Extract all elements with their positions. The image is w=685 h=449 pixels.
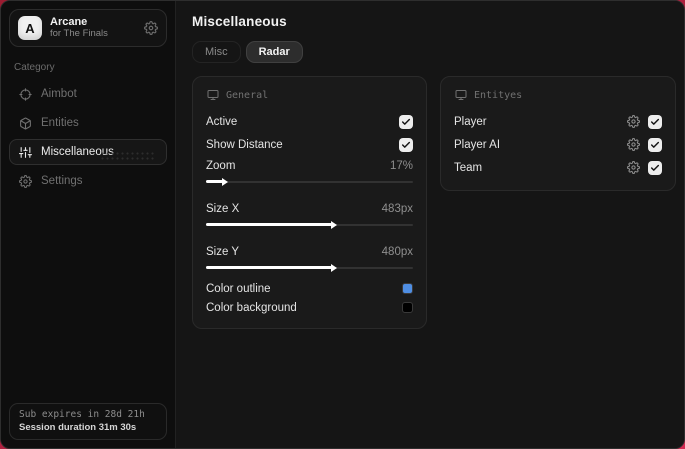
monitor-icon xyxy=(455,89,467,101)
panels-row: General Active Show Distance Zoom 17% Si… xyxy=(192,76,676,329)
brand-card: A Arcane for The Finals xyxy=(9,9,167,47)
crosshair-icon xyxy=(19,87,32,101)
header-gear-icon[interactable] xyxy=(144,21,158,35)
color-background-swatch[interactable] xyxy=(402,302,413,313)
monitor-icon xyxy=(207,89,219,101)
main-content: Miscellaneous Misc Radar General Active xyxy=(176,1,684,448)
entity-row-team: Team xyxy=(454,156,662,179)
size-y-slider[interactable] xyxy=(206,263,413,272)
team-settings-gear-icon[interactable] xyxy=(627,161,640,174)
subscription-expiry: Sub expires in 28d 21h xyxy=(19,409,145,420)
brand-text: Arcane for The Finals xyxy=(50,16,136,40)
subscription-card: Sub expires in 28d 21h Session duration … xyxy=(9,403,167,440)
tab-misc[interactable]: Misc xyxy=(192,41,241,63)
setting-row-show-distance: Show Distance xyxy=(206,133,413,156)
sidebar-item-label: Entities xyxy=(41,117,79,129)
sidebar-item-label: Miscellaneous xyxy=(41,146,114,158)
page-title: Miscellaneous xyxy=(192,14,287,29)
sidebar-item-miscellaneous[interactable]: Miscellaneous xyxy=(9,139,167,165)
setting-row-zoom: Zoom 17% xyxy=(206,156,413,186)
app-window: A Arcane for The Finals Category Aimbot xyxy=(0,0,685,449)
player-settings-gear-icon[interactable] xyxy=(627,115,640,128)
show-distance-checkbox[interactable] xyxy=(399,137,413,152)
team-checkbox[interactable] xyxy=(648,160,662,175)
sidebar-item-aimbot[interactable]: Aimbot xyxy=(9,81,167,107)
box-icon xyxy=(19,117,32,130)
sidebar: A Arcane for The Finals Category Aimbot xyxy=(1,1,176,448)
general-panel-header: General xyxy=(207,89,413,101)
size-y-value: 480px xyxy=(381,246,413,258)
entity-row-player: Player xyxy=(454,110,662,133)
zoom-slider[interactable] xyxy=(206,177,413,186)
setting-row-size-y: Size Y 480px xyxy=(206,242,413,272)
session-duration: Session duration 31m 30s xyxy=(19,422,137,433)
tab-bar: Misc Radar xyxy=(192,41,676,63)
size-x-slider-fill xyxy=(206,220,338,229)
category-label: Category xyxy=(14,62,55,73)
color-outline-swatch[interactable] xyxy=(402,283,413,294)
gear-icon xyxy=(19,174,32,188)
size-x-value: 483px xyxy=(381,203,413,215)
size-x-slider[interactable] xyxy=(206,220,413,229)
general-panel: General Active Show Distance Zoom 17% Si… xyxy=(192,76,427,329)
active-checkbox[interactable] xyxy=(399,114,413,129)
entity-row-player-ai: Player AI xyxy=(454,133,662,156)
app-logo: A xyxy=(18,16,42,40)
sliders-icon xyxy=(19,146,32,159)
player-ai-checkbox[interactable] xyxy=(648,137,662,152)
app-name: Arcane xyxy=(50,16,88,29)
sidebar-item-settings[interactable]: Settings xyxy=(9,168,167,194)
sidebar-item-label: Aimbot xyxy=(41,88,77,100)
entities-panel-title: Entityes xyxy=(474,89,523,101)
setting-row-color-background: Color background xyxy=(206,298,413,317)
setting-row-size-x: Size X 483px xyxy=(206,199,413,229)
player-ai-settings-gear-icon[interactable] xyxy=(627,138,640,151)
general-panel-title: General xyxy=(226,89,269,101)
entities-panel: Entityes Player Player AI Team xyxy=(440,76,676,191)
entities-panel-header: Entityes xyxy=(455,89,662,101)
setting-row-color-outline: Color outline xyxy=(206,279,413,298)
tab-radar[interactable]: Radar xyxy=(245,41,303,63)
player-checkbox[interactable] xyxy=(648,114,662,129)
zoom-slider-fill xyxy=(206,177,227,186)
setting-row-active: Active xyxy=(206,110,413,133)
app-subtitle: for The Finals xyxy=(50,27,108,39)
zoom-value: 17% xyxy=(389,160,413,172)
sidebar-nav: Aimbot Entities Miscellaneous Settings xyxy=(9,81,167,194)
sidebar-item-entities[interactable]: Entities xyxy=(9,110,167,136)
sidebar-item-label: Settings xyxy=(41,175,83,187)
size-y-slider-fill xyxy=(206,263,338,272)
